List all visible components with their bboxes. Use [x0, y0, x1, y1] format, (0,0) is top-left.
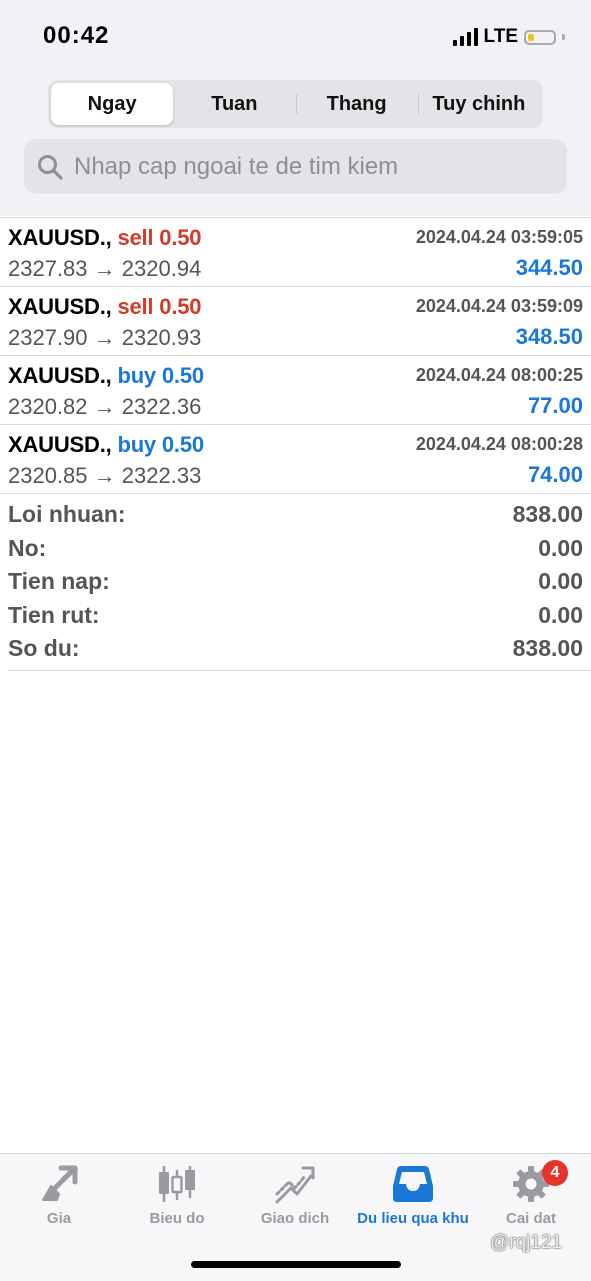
summary-label: No:: [8, 534, 47, 561]
arrow-right-icon: →: [93, 394, 116, 419]
summary-value: 838.00: [512, 501, 583, 528]
trade-row[interactable]: XAUUSD., sell 0.50 2024.04.24 03:59:09 2…: [0, 287, 591, 356]
summary-deposit-row: Tien nap: 0.00: [8, 565, 583, 599]
tab-label: Bieu do: [149, 1210, 205, 1227]
summary-balance-row: So du: 838.00: [8, 632, 583, 666]
gear-icon: [472, 1162, 590, 1206]
history-inbox-icon: [354, 1162, 472, 1206]
close-price: 2320.93: [121, 325, 202, 350]
open-price: 2320.82: [8, 394, 88, 419]
arrow-right-icon: →: [93, 325, 116, 350]
status-time: 00:42: [43, 22, 110, 49]
summary-section: Loi nhuan: 838.00 No: 0.00 Tien nap: 0.00 T…: [8, 498, 583, 666]
trade-time: 2024.04.24 03:59:09: [415, 296, 583, 316]
trade-history-list: XAUUSD., sell 0.50 2024.04.24 03:59:05 2…: [0, 217, 591, 494]
trade-type: buy: [117, 432, 156, 457]
summary-label: Loi nhuan:: [8, 501, 126, 528]
tab-tuan[interactable]: Tuan: [173, 83, 295, 125]
tab-tuy-chinh[interactable]: Tuy chinh: [417, 83, 540, 125]
trade-type: sell: [117, 225, 154, 250]
tab-label: Du lieu qua khu: [357, 1210, 469, 1227]
trade-volume: 0.50: [161, 363, 204, 388]
trade-profit: 344.50: [515, 255, 583, 280]
trade-row[interactable]: XAUUSD., buy 0.50 2024.04.24 08:00:25 23…: [0, 356, 591, 425]
trade-symbol: XAUUSD.,: [8, 294, 112, 319]
notification-badge: 4: [542, 1160, 568, 1186]
open-price: 2327.90: [8, 325, 88, 350]
network-type: LTE: [483, 26, 518, 47]
trade-row[interactable]: XAUUSD., buy 0.50 2024.04.24 08:00:28 23…: [0, 425, 591, 494]
close-price: 2322.33: [121, 463, 202, 488]
tab-ngay[interactable]: Ngay: [51, 83, 174, 125]
price-arrows-icon: [0, 1162, 118, 1206]
tab-cai-dat[interactable]: 4 Cai dat: [472, 1160, 590, 1227]
summary-credit-row: No: 0.00: [8, 532, 583, 566]
close-price: 2320.94: [121, 256, 202, 281]
trade-type: buy: [117, 363, 156, 388]
trade-time: 2024.04.24 08:00:25: [415, 365, 583, 385]
signal-icon: [452, 28, 478, 46]
trade-volume: 0.50: [159, 294, 202, 319]
period-segmented-control: Ngay Tuan Thang Tuy chinh: [48, 80, 543, 128]
tab-label: Giao dich: [260, 1210, 330, 1227]
open-price: 2327.83: [8, 256, 88, 281]
open-price: 2320.85: [8, 463, 88, 488]
status-icons: LTE: [452, 26, 565, 48]
tab-du-lieu-qua-khu[interactable]: Du lieu qua khu: [354, 1162, 472, 1227]
summary-label: Tien rut:: [8, 601, 100, 628]
search-icon: [38, 154, 63, 180]
summary-value: 0.00: [538, 568, 583, 595]
summary-value: 0.00: [538, 534, 583, 561]
tab-giao-dich[interactable]: Giao dich: [236, 1162, 354, 1227]
trade-symbol: XAUUSD.,: [8, 363, 112, 388]
trade-time: 2024.04.24 08:00:28: [415, 434, 583, 454]
trade-symbol: XAUUSD.,: [8, 432, 112, 457]
arrow-right-icon: →: [93, 463, 116, 488]
close-price: 2322.36: [121, 394, 202, 419]
summary-profit-row: Loi nhuan: 838.00: [8, 498, 583, 532]
tab-label: Gia: [46, 1210, 72, 1227]
summary-value: 838.00: [512, 635, 583, 662]
header-area: 00:42 LTE Ngay Tuan Thang Tuy chinh: [0, 0, 591, 216]
tab-gia[interactable]: Gia: [0, 1162, 118, 1227]
arrow-right-icon: →: [93, 256, 116, 281]
trade-type: sell: [117, 294, 154, 319]
search-input[interactable]: [72, 151, 556, 182]
search-bar[interactable]: [24, 139, 567, 194]
candlestick-icon: [118, 1162, 236, 1206]
trade-time: 2024.04.24 03:59:05: [415, 227, 583, 247]
trade-profit: 348.50: [515, 324, 583, 349]
summary-label: Tien nap:: [8, 568, 110, 595]
watermark: @rqj121: [490, 1232, 563, 1253]
trade-profit: 74.00: [527, 462, 583, 487]
summary-withdrawal-row: Tien rut: 0.00: [8, 599, 583, 633]
tab-thang[interactable]: Thang: [295, 83, 418, 125]
tab-label: Cai dat: [505, 1210, 556, 1227]
home-indicator[interactable]: [191, 1261, 401, 1268]
summary-label: So du:: [8, 635, 80, 662]
trade-row[interactable]: XAUUSD., sell 0.50 2024.04.24 03:59:05 2…: [0, 218, 591, 287]
trade-symbol: XAUUSD.,: [8, 225, 112, 250]
summary-value: 0.00: [538, 601, 583, 628]
trade-volume: 0.50: [161, 432, 204, 457]
divider: [8, 670, 591, 671]
trend-icon: [236, 1162, 354, 1206]
trade-volume: 0.50: [159, 225, 202, 250]
tab-bieu-do[interactable]: Bieu do: [118, 1162, 236, 1227]
trade-profit: 77.00: [527, 393, 583, 418]
battery-icon: [524, 29, 556, 45]
